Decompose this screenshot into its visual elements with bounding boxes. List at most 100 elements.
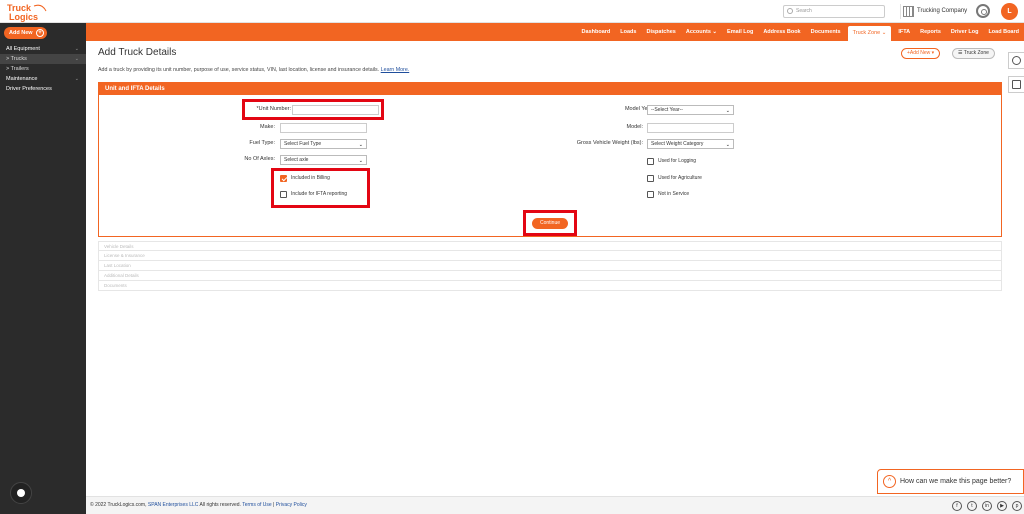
nav-reports[interactable]: Reports (915, 23, 946, 41)
add-new-dropdown-button[interactable]: +Add New ▾ (901, 48, 941, 59)
pinterest-icon[interactable]: p (1012, 501, 1022, 511)
fuel-type-label: Fuel Type: (249, 140, 275, 146)
gvw-select[interactable]: Select Weight Category ⌄ (647, 139, 734, 149)
nav-documents[interactable]: Documents (806, 23, 846, 41)
make-field[interactable] (280, 123, 367, 133)
chevron-down-icon: ⌄ (358, 158, 363, 164)
highlight-checkboxes (271, 168, 370, 208)
feedback-label: How can we make this page better? (900, 478, 1012, 485)
youtube-icon[interactable]: ▶ (997, 501, 1007, 511)
sidebar-item-label: Driver Preferences (6, 86, 52, 92)
document-icon[interactable] (1008, 76, 1024, 93)
axles-value: Select axle (284, 157, 309, 163)
twitter-icon[interactable]: t (967, 501, 977, 511)
page-title: Add Truck Details (98, 47, 177, 58)
facebook-icon[interactable]: f (952, 501, 962, 511)
not-in-service-checkbox[interactable]: Not in Service (647, 190, 689, 199)
main-content: Add Truck Details Add a truck by providi… (86, 41, 1024, 496)
page-description: Add a truck by providing its unit number… (98, 67, 409, 73)
model-year-label: Model Year: (624, 106, 654, 112)
chevron-down-icon: ⌄ (725, 108, 730, 114)
chevron-down-icon: ⌄ (74, 46, 79, 52)
nav-truck-zone[interactable]: Truck Zone ⌄ (847, 26, 892, 41)
company-switcher[interactable]: Trucking Company (900, 4, 967, 19)
unit-ifta-panel: Unit and IFTA Details *Unit Number: Make… (98, 82, 1002, 237)
sidebar-list: All Equipment ⌄ > Trucks ⌄ > Trailers Ma… (0, 44, 86, 94)
gear-float-icon[interactable] (1008, 52, 1024, 69)
section-documents[interactable]: Documents (98, 281, 1002, 291)
nav-dispatches[interactable]: Dispatches (641, 23, 680, 41)
checkbox-label: Not in Service (658, 191, 690, 197)
used-for-logging-checkbox[interactable]: Used for Logging (647, 157, 696, 166)
chevron-down-icon: ⌄ (74, 56, 79, 62)
terms-link[interactable]: Terms of Use (242, 502, 271, 508)
fuel-type-select[interactable]: Select Fuel Type ⌄ (280, 139, 367, 149)
checkbox-icon (647, 191, 654, 198)
search-input[interactable]: Search (783, 5, 885, 18)
footer-copyright: © 2022 TruckLogics.com, (90, 502, 147, 508)
nav-accounts[interactable]: Accounts ⌄ (681, 23, 722, 41)
add-new-button[interactable]: Add New + (4, 27, 47, 39)
footer: © 2022 TruckLogics.com, SPAN Enterprises… (86, 496, 1024, 514)
fuel-type-value: Select Fuel Type (284, 141, 322, 147)
checkbox-icon (647, 158, 654, 165)
checkbox-label: Used for Agriculture (658, 175, 702, 181)
nav-driver-log[interactable]: Driver Log (946, 23, 984, 41)
sidebar-item-maintenance[interactable]: Maintenance ⌄ (0, 74, 86, 84)
collapsed-sections: Vehicle Details License & Insurance Last… (98, 241, 1002, 291)
sidebar: Add New + All Equipment ⌄ > Trucks ⌄ > T… (0, 23, 86, 514)
make-label: Make: (260, 124, 275, 130)
axles-select[interactable]: Select axle ⌄ (280, 155, 367, 165)
nav-email-log[interactable]: Email Log (722, 23, 758, 41)
description-text: Add a truck by providing its unit number… (98, 67, 380, 73)
sidebar-item-label: All Equipment (6, 46, 40, 52)
search-placeholder: Search (796, 8, 812, 14)
linkedin-icon[interactable]: in (982, 501, 992, 511)
footer-rights: All rights reserved. (199, 502, 241, 508)
learn-more-link[interactable]: Learn More. (381, 67, 410, 73)
highlight-unit-number (242, 99, 384, 120)
sidebar-item-label: Maintenance (6, 76, 38, 82)
add-new-label: Add New (9, 30, 33, 36)
nav-load-board[interactable]: Load Board (983, 23, 1024, 41)
sidebar-item-trailers[interactable]: > Trailers (0, 64, 86, 74)
used-for-agriculture-checkbox[interactable]: Used for Agriculture (647, 174, 702, 183)
gvw-value: Select Weight Category (651, 141, 704, 147)
sidebar-item-label: > Trucks (6, 56, 27, 62)
sidebar-item-all-equipment[interactable]: All Equipment ⌄ (0, 44, 86, 54)
company-name: Trucking Company (917, 8, 968, 14)
feedback-button[interactable]: ^ How can we make this page better? (877, 469, 1024, 494)
footer-company-link[interactable]: SPAN Enterprises LLC (148, 502, 198, 508)
axles-label: No Of Axles: (244, 156, 275, 162)
section-license-insurance[interactable]: License & Insurance (98, 251, 1002, 261)
main-nav: Dashboard Loads Dispatches Accounts ⌄ Em… (86, 23, 1024, 41)
section-vehicle-details[interactable]: Vehicle Details (98, 241, 1002, 251)
top-header: Truck Logics Search Trucking Company L (0, 0, 1024, 23)
avatar[interactable]: L (1001, 3, 1018, 20)
nav-ifta[interactable]: IFTA (893, 23, 915, 41)
chevron-down-icon: ⌄ (74, 76, 79, 82)
nav-dashboard[interactable]: Dashboard (577, 23, 616, 41)
section-additional-details[interactable]: Additional Details (98, 271, 1002, 281)
model-year-select[interactable]: --Select Year-- ⌄ (647, 105, 734, 115)
nav-items: Dashboard Loads Dispatches Accounts ⌄ Em… (577, 23, 1024, 41)
panel-title: Unit and IFTA Details (99, 83, 1001, 95)
trucklogics-logo[interactable]: Truck Logics (6, 2, 48, 22)
sidebar-item-driver-preferences[interactable]: Driver Preferences (0, 84, 86, 94)
privacy-link[interactable]: Privacy Policy (276, 502, 307, 508)
gear-icon[interactable] (976, 4, 990, 18)
highlight-continue (523, 210, 577, 236)
building-icon (903, 6, 914, 17)
checkbox-label: Used for Logging (658, 158, 697, 164)
model-field[interactable] (647, 123, 734, 133)
truck-zone-button[interactable]: ☰ Truck Zone (952, 48, 995, 59)
sidebar-item-trucks[interactable]: > Trucks ⌄ (0, 54, 86, 64)
chat-icon[interactable] (10, 482, 32, 504)
section-last-location[interactable]: Last Location (98, 261, 1002, 271)
nav-address-book[interactable]: Address Book (758, 23, 805, 41)
nav-loads[interactable]: Loads (615, 23, 641, 41)
sidebar-item-label: > Trailers (6, 66, 29, 72)
gvw-label: Gross Vehicle Weight (lbs): (576, 140, 643, 146)
chevron-up-icon: ^ (883, 475, 896, 488)
model-year-value: --Select Year-- (651, 107, 683, 113)
